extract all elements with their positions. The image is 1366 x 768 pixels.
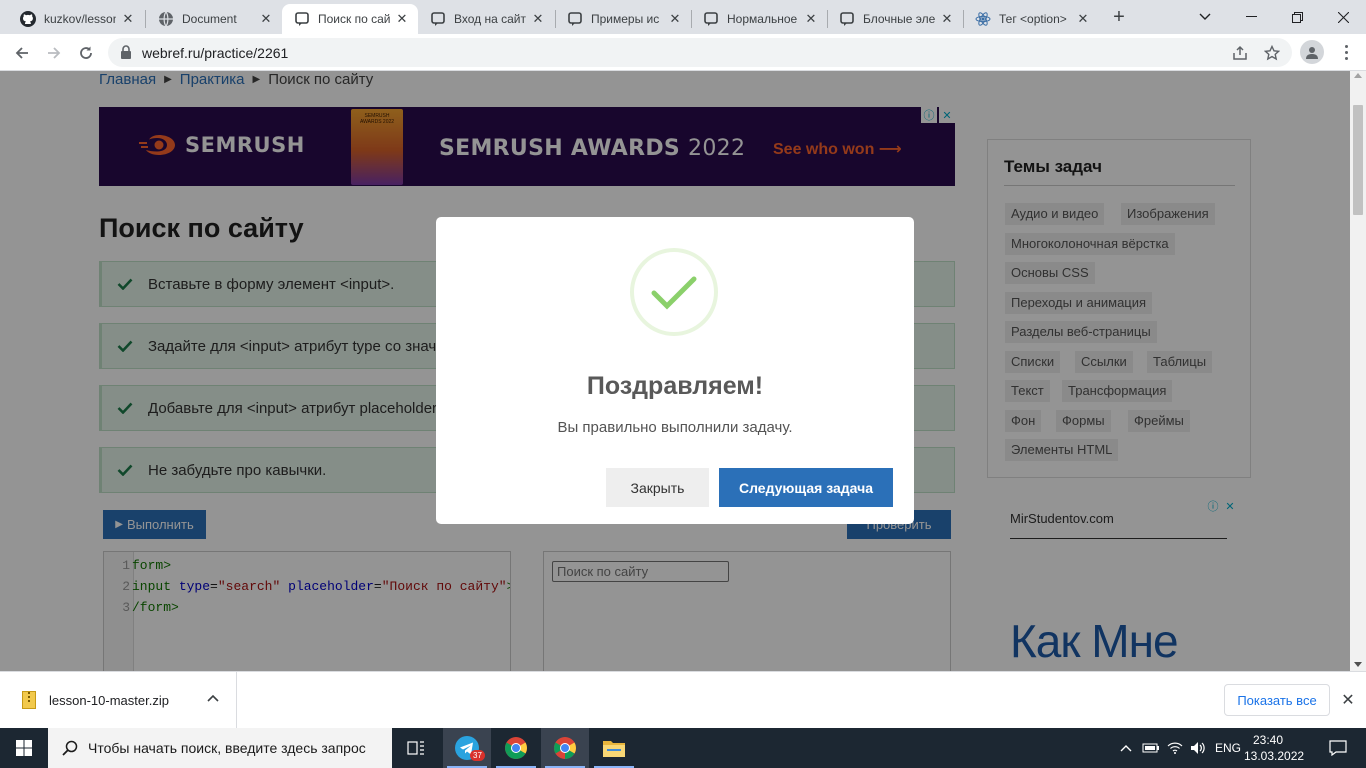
forward-icon[interactable] <box>40 39 68 67</box>
zip-file-icon <box>22 691 36 709</box>
tab-option[interactable]: Тег <option> ✕ <box>963 4 1099 34</box>
telegram-icon[interactable]: 37 <box>443 728 491 768</box>
success-check-icon <box>630 248 718 336</box>
back-icon[interactable] <box>8 39 36 67</box>
tab-label: Поиск по сайт <box>318 12 390 26</box>
webref-icon <box>294 11 310 27</box>
tab-close-icon[interactable]: ✕ <box>530 11 546 27</box>
download-filename: lesson-10-master.zip <box>49 693 169 708</box>
share-icon[interactable] <box>1230 43 1250 63</box>
task-view-icon[interactable] <box>392 728 440 768</box>
tab-normal[interactable]: Нормальное ✕ <box>691 4 827 34</box>
bookmark-star-icon[interactable] <box>1262 43 1282 63</box>
reload-icon[interactable] <box>72 39 100 67</box>
download-bar: lesson-10-master.zip Показать все ✕ <box>0 671 1366 728</box>
scroll-up-icon[interactable] <box>1354 73 1362 78</box>
close-button[interactable]: Закрыть <box>606 468 709 507</box>
success-dialog: Поздравляем! Вы правильно выполнили зада… <box>436 217 914 524</box>
page-viewport: Главная ▶ Практика ▶ Поиск по сайту SEMR… <box>0 71 1350 671</box>
taskbar-clock[interactable]: 23:40 13.03.2022 <box>1244 732 1305 764</box>
tab-close-icon[interactable]: ✕ <box>120 11 136 27</box>
search-icon <box>62 740 78 756</box>
tray-expand-icon[interactable] <box>1116 728 1136 768</box>
tab-login[interactable]: Вход на сайт ✕ <box>418 4 554 34</box>
tab-label: Примеры ис <box>591 12 660 26</box>
tab-close-icon[interactable]: ✕ <box>667 11 683 27</box>
browser-toolbar: webref.ru/practice/2261 <box>0 34 1366 71</box>
tab-close-icon[interactable]: ✕ <box>803 11 819 27</box>
dialog-title: Поздравляем! <box>586 372 764 400</box>
show-all-button[interactable]: Показать все <box>1224 684 1330 716</box>
notifications-icon[interactable] <box>1318 728 1358 768</box>
file-explorer-icon[interactable] <box>590 728 638 768</box>
react-icon <box>975 11 991 27</box>
clock-time: 23:40 <box>1252 733 1284 747</box>
tab-examples[interactable]: Примеры ис ✕ <box>555 4 691 34</box>
close-window-icon[interactable] <box>1320 0 1366 34</box>
tab-label: kuzkov/lesson <box>44 12 116 26</box>
tab-close-icon[interactable]: ✕ <box>258 11 274 27</box>
wifi-icon[interactable] <box>1164 728 1186 768</box>
close-icon[interactable]: ✕ <box>1338 690 1358 710</box>
tab-strip: kuzkov/lesson ✕ Document ✕ Поиск по сайт… <box>0 0 1366 34</box>
tab-label: Document <box>182 12 237 26</box>
language-indicator[interactable]: ENG <box>1212 728 1244 768</box>
browser-menu-icon[interactable] <box>1334 40 1358 64</box>
windows-taskbar: Чтобы начать поиск, введите здесь запрос… <box>0 728 1366 768</box>
tab-document[interactable]: Document ✕ <box>146 4 282 34</box>
tab-close-icon[interactable]: ✕ <box>394 11 410 27</box>
chrome-icon[interactable] <box>492 728 540 768</box>
download-item[interactable]: lesson-10-master.zip <box>0 672 237 728</box>
url-text: webref.ru/practice/2261 <box>142 45 289 61</box>
scroll-down-icon[interactable] <box>1354 662 1362 667</box>
webref-icon <box>703 11 719 27</box>
webref-icon <box>567 11 583 27</box>
page-scrollbar[interactable] <box>1350 71 1366 671</box>
tab-search-chevron-icon[interactable] <box>1182 0 1228 34</box>
volume-icon[interactable] <box>1187 728 1209 768</box>
tab-label: Вход на сайт <box>454 12 526 26</box>
lock-icon[interactable] <box>120 45 132 64</box>
tab-label: Блочные эле <box>863 12 935 26</box>
new-tab-icon[interactable]: + <box>1108 6 1130 28</box>
taskbar-search-placeholder: Чтобы начать поиск, введите здесь запрос <box>88 740 366 756</box>
tab-label: Нормальное <box>727 12 798 26</box>
github-icon <box>20 11 36 27</box>
minimize-icon[interactable] <box>1228 0 1274 34</box>
chevron-up-icon[interactable] <box>205 690 221 706</box>
taskbar-search-box[interactable]: Чтобы начать поиск, введите здесь запрос <box>48 728 392 768</box>
tab-search-active[interactable]: Поиск по сайт ✕ <box>282 4 418 34</box>
scroll-thumb[interactable] <box>1353 105 1363 215</box>
tab-label: Тег <option> <box>999 12 1067 26</box>
webref-icon <box>839 11 855 27</box>
battery-icon[interactable] <box>1140 728 1162 768</box>
chrome-active-icon[interactable] <box>541 728 589 768</box>
tab-close-icon[interactable]: ✕ <box>939 11 955 27</box>
tab-block[interactable]: Блочные эле ✕ <box>827 4 963 34</box>
profile-avatar-icon[interactable] <box>1300 40 1324 64</box>
tab-github[interactable]: kuzkov/lesson ✕ <box>8 4 144 34</box>
webref-icon <box>430 11 446 27</box>
telegram-badge: 37 <box>470 750 485 761</box>
address-bar[interactable]: webref.ru/practice/2261 <box>108 38 1292 67</box>
clock-date: 13.03.2022 <box>1244 749 1305 763</box>
tab-close-icon[interactable]: ✕ <box>1075 11 1091 27</box>
next-task-button[interactable]: Следующая задача <box>719 468 893 507</box>
dialog-message: Вы правильно выполнили задачу. <box>557 419 793 436</box>
globe-icon <box>158 11 174 27</box>
restore-icon[interactable] <box>1274 0 1320 34</box>
windows-start-icon[interactable] <box>0 728 48 768</box>
